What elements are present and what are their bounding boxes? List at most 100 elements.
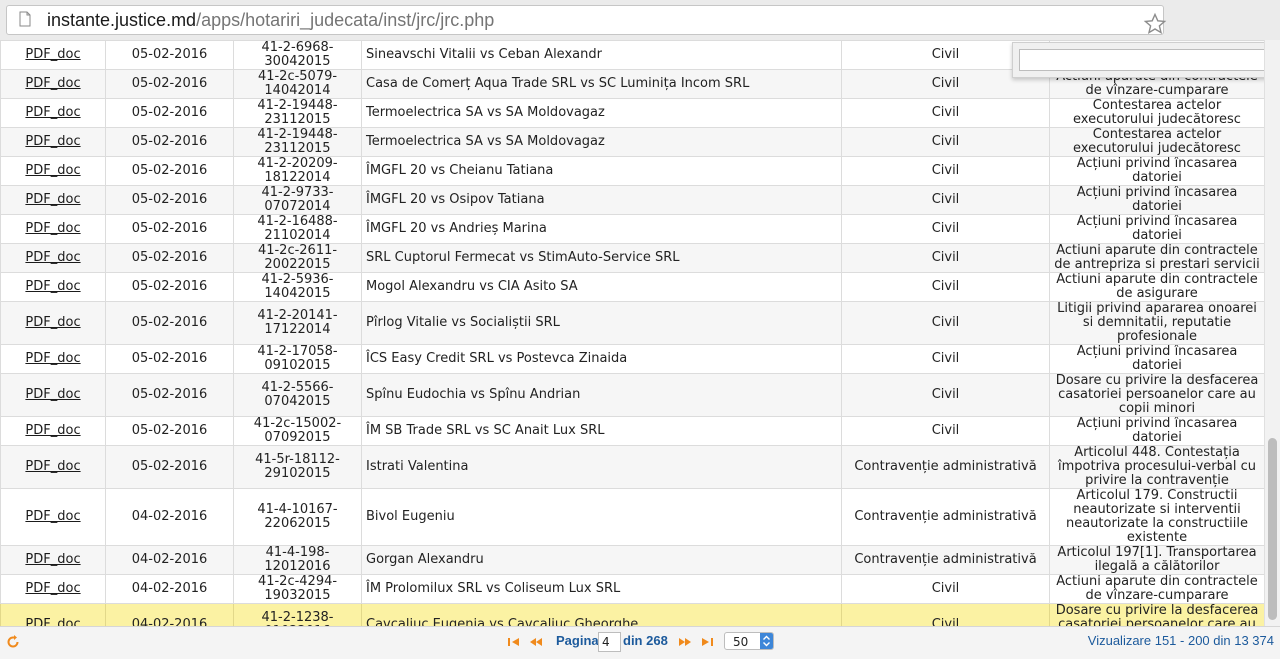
pdf-link[interactable]: PDF_doc: [25, 315, 80, 330]
subject-cell: Acțiuni privind încasarea datoriei: [1049, 185, 1264, 215]
search-panel: [1012, 42, 1280, 78]
date-cell: 05-02-2016: [105, 272, 234, 302]
browser-toolbar: instante.justice.md/apps/hotariri_judeca…: [0, 0, 1280, 41]
case-number-cell: 41-4-198-12012016: [233, 545, 362, 575]
table-row[interactable]: PDF_doc 04-02-2016 41-2c-4294-19032015 ÎM P…: [0, 574, 1264, 604]
pdf-cell: PDF_doc: [0, 214, 106, 244]
refresh-icon[interactable]: [6, 635, 20, 649]
case-number-cell: 41-2-5936-14042015: [233, 272, 362, 302]
first-page-icon[interactable]: [507, 636, 521, 648]
pdf-cell: PDF_doc: [0, 416, 106, 446]
pdf-cell: PDF_doc: [0, 69, 106, 99]
pdf-link[interactable]: PDF_doc: [25, 387, 80, 402]
case-number-cell: 41-2-16488-21102014: [233, 214, 362, 244]
case-number-cell: 41-4-10167-22062015: [233, 488, 362, 546]
pdf-link[interactable]: PDF_doc: [25, 423, 80, 438]
prev-page-icon[interactable]: [529, 636, 543, 648]
date-cell: 05-02-2016: [105, 127, 234, 157]
case-type-cell: Civil: [841, 373, 1050, 417]
table-row[interactable]: PDF_doc 05-02-2016 41-2c-2611-20022015 SRL …: [0, 243, 1264, 273]
case-type-cell: Civil: [841, 98, 1050, 128]
scrollbar-thumb[interactable]: [1268, 438, 1277, 620]
pdf-link[interactable]: PDF_doc: [25, 552, 80, 567]
case-type-cell: Civil: [841, 344, 1050, 374]
table-row[interactable]: PDF_doc 05-02-2016 41-2-17058-09102015 ÎCS …: [0, 344, 1264, 374]
table-row[interactable]: PDF_doc 05-02-2016 41-2-5936-14042015 Mogol…: [0, 272, 1264, 302]
subject-cell: Contestarea actelor executorului judecăt…: [1049, 127, 1264, 157]
table-row[interactable]: PDF_doc 04-02-2016 41-4-10167-22062015 Bivo…: [0, 488, 1264, 546]
subject-cell: Actiuni aparute din contractele de vînza…: [1049, 574, 1264, 604]
pdf-cell: PDF_doc: [0, 156, 106, 186]
pdf-link[interactable]: PDF_doc: [25, 351, 80, 366]
table-row[interactable]: PDF_doc 05-02-2016 41-2-9733-07072014 ÎMGFL…: [0, 185, 1264, 215]
pdf-cell: PDF_doc: [0, 545, 106, 575]
pdf-link[interactable]: PDF_doc: [25, 279, 80, 294]
vertical-scrollbar[interactable]: [1264, 40, 1280, 626]
case-number-cell: 41-2-9733-07072014: [233, 185, 362, 215]
page-count: din 268: [623, 633, 668, 648]
pdf-cell: PDF_doc: [0, 185, 106, 215]
case-number-cell: 41-2c-15002-07092015: [233, 416, 362, 446]
parties-cell: ÎM Prolomilux SRL vs Coliseum Lux SRL: [361, 574, 842, 604]
case-type-cell: Civil: [841, 156, 1050, 186]
case-type-cell: Civil: [841, 574, 1050, 604]
page-size-select[interactable]: 50: [724, 632, 774, 650]
table-row[interactable]: PDF_doc 05-02-2016 41-2c-15002-07092015 ÎM …: [0, 416, 1264, 446]
table-row[interactable]: PDF_doc 05-02-2016 41-2-16488-21102014 ÎMGF…: [0, 214, 1264, 244]
case-number-cell: 41-2c-4294-19032015: [233, 574, 362, 604]
parties-cell: ÎMGFL 20 vs Cheianu Tatiana: [361, 156, 842, 186]
pdf-link[interactable]: PDF_doc: [25, 192, 80, 207]
table-row[interactable]: PDF_doc 05-02-2016 41-2-20209-18122014 ÎMGF…: [0, 156, 1264, 186]
pdf-link[interactable]: PDF_doc: [25, 581, 80, 596]
pdf-link[interactable]: PDF_doc: [25, 221, 80, 236]
parties-cell: Sineavschi Vitalii vs Ceban Alexandr: [361, 40, 842, 70]
pdf-link[interactable]: PDF_doc: [25, 509, 80, 524]
last-page-icon[interactable]: [700, 636, 714, 648]
date-cell: 04-02-2016: [105, 603, 234, 626]
parties-cell: SRL Cuptorul Fermecat vs StimAuto-Servic…: [361, 243, 842, 273]
case-type-cell: Civil: [841, 301, 1050, 345]
pdf-link[interactable]: PDF_doc: [25, 163, 80, 178]
next-page-icon[interactable]: [678, 636, 692, 648]
date-cell: 05-02-2016: [105, 344, 234, 374]
pdf-link[interactable]: PDF_doc: [25, 134, 80, 149]
chevron-updown-icon: [760, 633, 773, 649]
table-row[interactable]: PDF_doc 05-02-2016 41-2-19448-23112015 Term…: [0, 98, 1264, 128]
subject-cell: Acțiuni privind încasarea datoriei: [1049, 344, 1264, 374]
case-type-cell: Civil: [841, 127, 1050, 157]
subject-cell: Dosare cu privire la desfacerea casatori…: [1049, 603, 1264, 626]
url-text[interactable]: instante.justice.md/apps/hotariri_judeca…: [47, 9, 494, 31]
pdf-link[interactable]: PDF_doc: [25, 459, 80, 474]
table-row[interactable]: PDF_doc 04-02-2016 41-4-198-12012016 Gorgan…: [0, 545, 1264, 575]
case-type-cell: Contravenție administrativă: [841, 488, 1050, 546]
address-bar[interactable]: instante.justice.md/apps/hotariri_judeca…: [6, 5, 1167, 36]
search-input[interactable]: [1019, 49, 1275, 71]
pdf-link[interactable]: PDF_doc: [25, 250, 80, 265]
subject-cell: Acțiuni privind încasarea datoriei: [1049, 214, 1264, 244]
star-icon[interactable]: [1143, 12, 1167, 36]
pdf-link[interactable]: PDF_doc: [25, 47, 80, 62]
parties-cell: ÎCS Easy Credit SRL vs Postevca Zinaida: [361, 344, 842, 374]
date-cell: 05-02-2016: [105, 373, 234, 417]
date-cell: 05-02-2016: [105, 40, 234, 70]
case-type-cell: Civil: [841, 243, 1050, 273]
pdf-link[interactable]: PDF_doc: [25, 105, 80, 120]
subject-cell: Articolul 448. Contestația împotriva pro…: [1049, 445, 1264, 489]
date-cell: 04-02-2016: [105, 488, 234, 546]
date-cell: 04-02-2016: [105, 574, 234, 604]
date-cell: 05-02-2016: [105, 185, 234, 215]
case-number-cell: 41-2-1238-01022016: [233, 603, 362, 626]
pdf-link[interactable]: PDF_doc: [25, 76, 80, 91]
pager-bar: Pagina 4 din 268 50 Vizualizare 151 - 20…: [0, 626, 1280, 659]
parties-cell: Istrati Valentina: [361, 445, 842, 489]
case-number-cell: 41-2-17058-09102015: [233, 344, 362, 374]
page-input[interactable]: 4: [598, 632, 621, 652]
table-row[interactable]: PDF_doc 05-02-2016 41-5r-18112-29102015 Ist…: [0, 445, 1264, 489]
table-row[interactable]: PDF_doc 05-02-2016 41-2-20141-17122014 Pîrl…: [0, 301, 1264, 345]
pdf-link[interactable]: PDF_doc: [25, 617, 80, 627]
parties-cell: Casa de Comerț Aqua Trade SRL vs SC Lumi…: [361, 69, 842, 99]
parties-cell: Spînu Eudochia vs Spînu Andrian: [361, 373, 842, 417]
table-row[interactable]: PDF_doc 05-02-2016 41-2-5566-07042015 Spînu…: [0, 373, 1264, 417]
table-row[interactable]: PDF_doc 04-02-201641-2-1238-01022016Cavca…: [0, 603, 1264, 627]
table-row[interactable]: PDF_doc 05-02-2016 41-2-19448-23112015 Term…: [0, 127, 1264, 157]
